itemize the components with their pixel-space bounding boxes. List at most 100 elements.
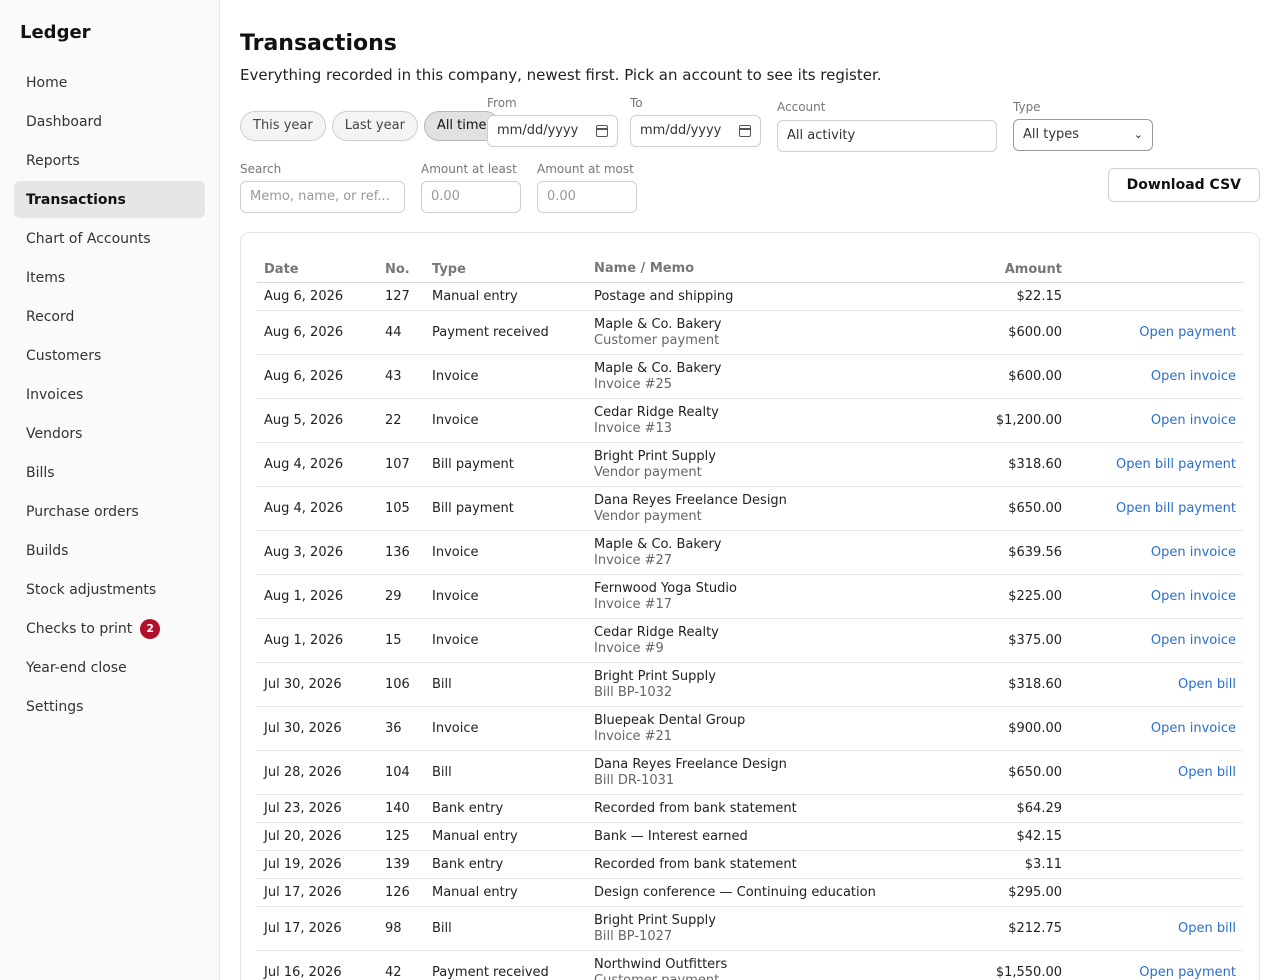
sidebar-item-home[interactable]: Home [14, 64, 205, 101]
open-bill-link[interactable]: Open bill [1178, 921, 1236, 936]
cell-no: 106 [385, 677, 410, 692]
calendar-icon[interactable] [739, 125, 751, 137]
open-invoice-link[interactable]: Open invoice [1151, 721, 1236, 736]
cell-action: Open bill [1062, 921, 1242, 936]
cell-date: Aug 3, 2026 [264, 545, 344, 560]
cell-amount: $900.00 [1008, 721, 1062, 736]
range-chip-last-year[interactable]: Last year [331, 111, 418, 141]
sidebar-item-checks-to-print[interactable]: Checks to print 2 [14, 610, 205, 647]
open-invoice-link[interactable]: Open invoice [1151, 369, 1236, 384]
search-input[interactable]: Memo, name, or ref... [240, 181, 405, 213]
sidebar-item-vendors[interactable]: Vendors [14, 415, 205, 452]
row-memo: Invoice #21 [594, 728, 673, 744]
sidebar-item-label: Checks to print [26, 620, 133, 637]
row-memo: Invoice #25 [594, 376, 673, 392]
sidebar-item-items[interactable]: Items [14, 259, 205, 296]
open-payment-link[interactable]: Open payment [1139, 965, 1236, 980]
type-select[interactable]: All types ⌄ [1013, 119, 1153, 151]
cell-date: Jul 30, 2026 [264, 721, 342, 736]
sidebar-item-year-end-close[interactable]: Year-end close [14, 649, 205, 686]
sidebar-item-settings[interactable]: Settings [14, 688, 205, 725]
cell-type: Payment received [432, 965, 549, 980]
cell-action: Open invoice [1062, 589, 1242, 604]
amount-min-input[interactable]: 0.00 [421, 181, 521, 213]
cell-date: Aug 5, 2026 [264, 413, 344, 428]
cell-type: Manual entry [432, 289, 518, 304]
row-memo: Bill BP-1032 [594, 684, 673, 700]
sidebar-item-transactions[interactable]: Transactions [14, 181, 205, 218]
account-input[interactable]: All activity [777, 120, 997, 152]
table-row: Aug 6, 2026 43 Invoice Maple & Co. Bakery In… [257, 355, 1243, 399]
sidebar-item-reports[interactable]: Reports [14, 142, 205, 179]
sidebar-item-label: Builds [26, 542, 69, 559]
sidebar-item-label: Customers [26, 347, 102, 364]
open-invoice-link[interactable]: Open invoice [1151, 413, 1236, 428]
table-row: Aug 6, 2026 127 Manual entry Postage and sh… [257, 283, 1243, 311]
range-chip-this-year[interactable]: This year [240, 111, 326, 141]
open-bill-payment-link[interactable]: Open bill payment [1116, 501, 1236, 516]
open-invoice-link[interactable]: Open invoice [1151, 545, 1236, 560]
cell-name-memo: Bank — Interest earned [594, 829, 984, 845]
open-bill-link[interactable]: Open bill [1178, 765, 1236, 780]
table-row: Jul 23, 2026 140 Bank entry Recorded from b… [257, 795, 1243, 823]
open-bill-link[interactable]: Open bill [1178, 677, 1236, 692]
table-row: Jul 17, 2026 126 Manual entry Design confer… [257, 879, 1243, 907]
open-invoice-link[interactable]: Open invoice [1151, 633, 1236, 648]
download-csv-button[interactable]: Download CSV [1107, 168, 1260, 202]
table-row: Jul 28, 2026 104 Bill Dana Reyes Freelance … [257, 751, 1243, 795]
sidebar-item-record[interactable]: Record [14, 298, 205, 335]
row-memo: Vendor payment [594, 464, 702, 480]
cell-no: 136 [385, 545, 410, 560]
table-row: Aug 6, 2026 44 Payment received Maple & Co.… [257, 311, 1243, 355]
cell-no: 139 [385, 857, 410, 872]
sidebar-item-customers[interactable]: Customers [14, 337, 205, 374]
to-date-input[interactable]: mm/dd/yyyy [630, 115, 761, 147]
sidebar-item-builds[interactable]: Builds [14, 532, 205, 569]
cell-date: Jul 17, 2026 [264, 921, 342, 936]
cell-no: 126 [385, 885, 410, 900]
cell-date: Jul 23, 2026 [264, 801, 342, 816]
row-name: Postage and shipping [594, 288, 734, 304]
row-memo: Invoice #13 [594, 420, 673, 436]
sidebar-item-label: Purchase orders [26, 503, 139, 520]
cell-amount: $64.29 [1016, 801, 1063, 816]
cell-name-memo: Design conference — Continuing education [594, 885, 984, 901]
cell-amount: $225.00 [1008, 589, 1062, 604]
sidebar-item-bills[interactable]: Bills [14, 454, 205, 491]
header-no: No. [385, 262, 410, 277]
row-name: Maple & Co. Bakery [594, 536, 722, 552]
date-range-chips: This year Last year All time [240, 111, 500, 141]
row-name: Bank — Interest earned [594, 828, 748, 844]
table-row: Aug 4, 2026 105 Bill payment Dana Reyes Fre… [257, 487, 1243, 531]
cell-name-memo: Recorded from bank statement [594, 801, 984, 817]
cell-type: Invoice [432, 589, 479, 604]
cell-name-memo: Fernwood Yoga Studio Invoice #17 [594, 581, 984, 613]
row-name: Northwind Outfitters [594, 956, 728, 972]
open-payment-link[interactable]: Open payment [1139, 325, 1236, 340]
cell-no: 140 [385, 801, 410, 816]
calendar-icon[interactable] [596, 125, 608, 137]
cell-amount: $650.00 [1008, 501, 1062, 516]
sidebar-item-label: Record [26, 308, 75, 325]
sidebar-item-chart-of-accounts[interactable]: Chart of Accounts [14, 220, 205, 257]
amount-max-input[interactable]: 0.00 [537, 181, 637, 213]
cell-action: Open invoice [1062, 633, 1242, 648]
from-date-input[interactable]: mm/dd/yyyy [487, 115, 618, 147]
count-badge: 2 [140, 618, 161, 639]
cell-amount: $600.00 [1008, 325, 1062, 340]
sidebar-item-dashboard[interactable]: Dashboard [14, 103, 205, 140]
cell-action: Open bill payment [1062, 457, 1242, 472]
page-subtitle: Everything recorded in this company, new… [240, 66, 882, 84]
cell-type: Invoice [432, 413, 479, 428]
page-title: Transactions [240, 31, 397, 56]
cell-action: Open invoice [1062, 545, 1242, 560]
open-bill-payment-link[interactable]: Open bill payment [1116, 457, 1236, 472]
cell-no: 104 [385, 765, 410, 780]
sidebar-item-stock-adjustments[interactable]: Stock adjustments [14, 571, 205, 608]
table-row: Jul 16, 2026 42 Payment received Northwind … [257, 951, 1243, 980]
sidebar-item-purchase-orders[interactable]: Purchase orders [14, 493, 205, 530]
open-invoice-link[interactable]: Open invoice [1151, 589, 1236, 604]
brand-logo: Ledger [20, 22, 91, 43]
sidebar-item-invoices[interactable]: Invoices [14, 376, 205, 413]
cell-type: Bill [432, 765, 452, 780]
